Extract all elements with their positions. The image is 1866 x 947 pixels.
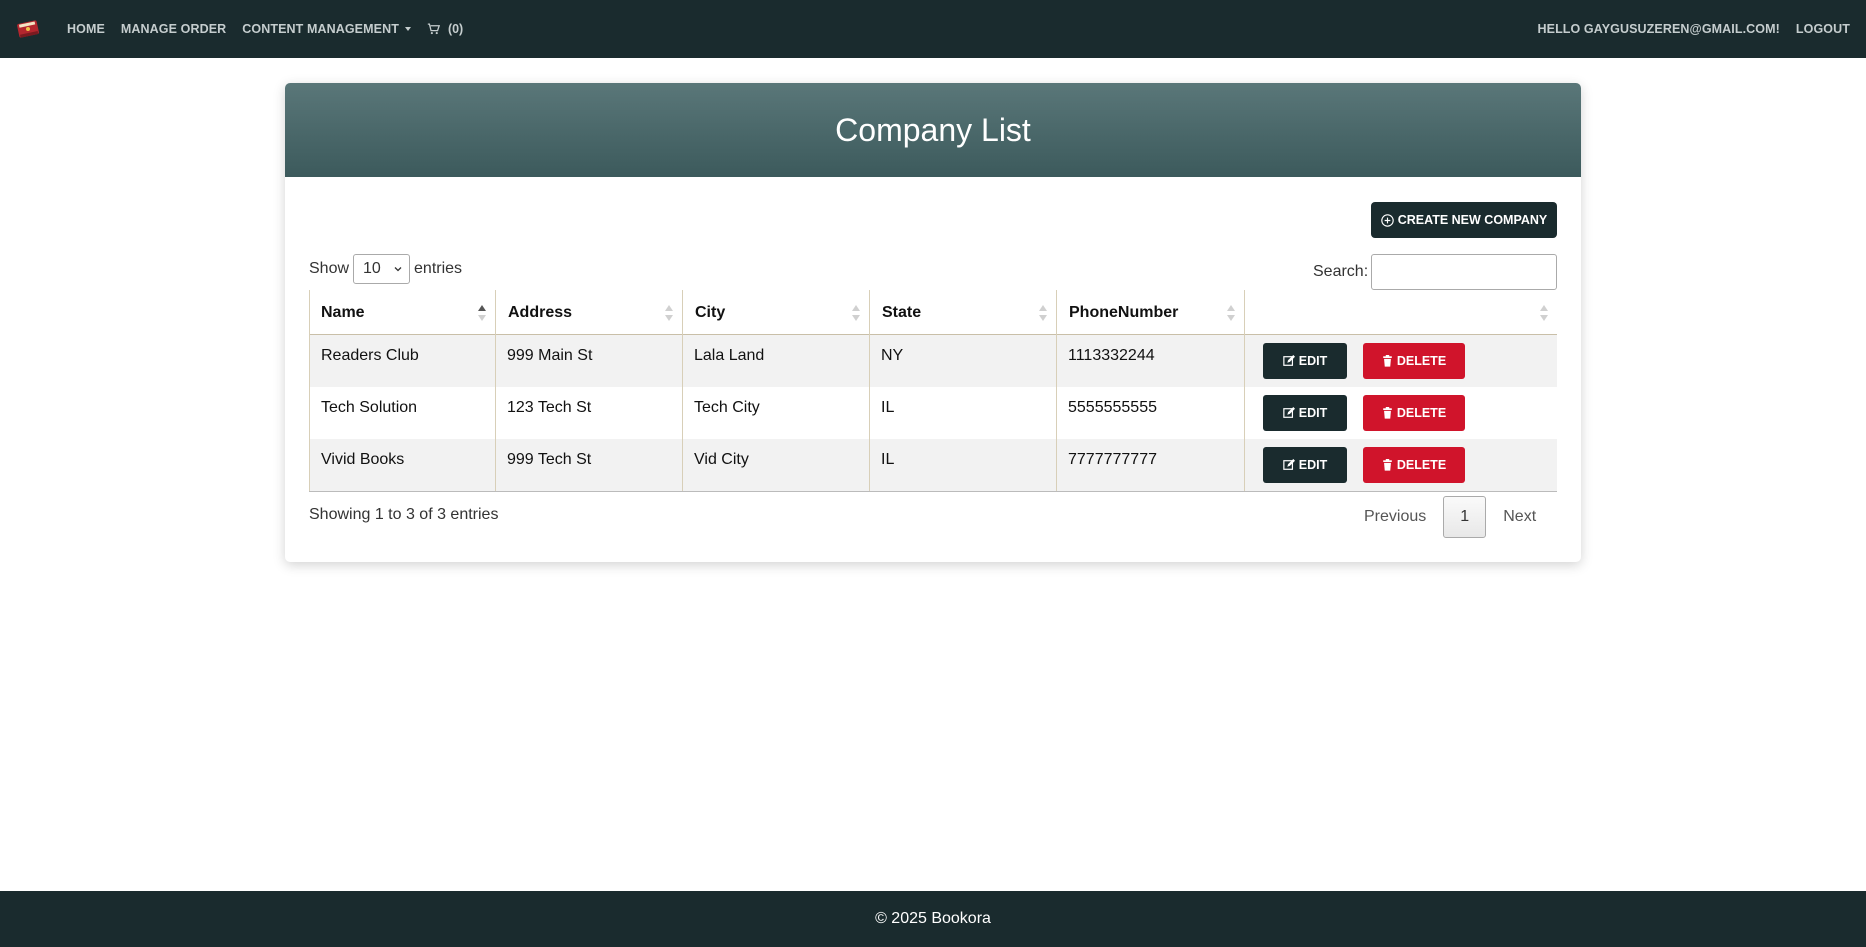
trash-icon	[1383, 459, 1392, 471]
column-header-name[interactable]: Name	[309, 290, 496, 335]
pagination-next[interactable]: Next	[1488, 496, 1551, 538]
show-label: Show	[309, 260, 350, 277]
user-greeting[interactable]: HELLO GAYGUSUZEREN@GMAIL.COM!	[1538, 22, 1780, 36]
company-table: Name Address City State PhoneNumber Read…	[309, 290, 1557, 492]
cell-name: Tech Solution	[309, 387, 496, 439]
cart-icon	[427, 23, 440, 35]
sort-both-icon	[665, 305, 673, 321]
table-row: Tech Solution 123 Tech St Tech City IL 5…	[309, 387, 1557, 439]
edit-label: EDIT	[1298, 354, 1328, 368]
create-new-company-label: CREATE NEW COMPANY	[1397, 213, 1548, 227]
logout-link[interactable]: LOGOUT	[1796, 22, 1850, 36]
cell-name: Readers Club	[309, 335, 496, 387]
sort-both-icon	[1540, 305, 1548, 321]
column-header-phonenumber-label: PhoneNumber	[1069, 303, 1179, 321]
caret-down-icon	[404, 27, 411, 31]
cell-state: IL	[870, 439, 1057, 491]
cell-actions: EDIT DELETE	[1245, 439, 1557, 491]
cell-city: Lala Land	[683, 335, 870, 387]
footer: © 2025 Bookora	[0, 891, 1866, 947]
edit-button[interactable]: EDIT	[1263, 395, 1347, 431]
table-header-row: Name Address City State PhoneNumber	[309, 290, 1557, 335]
cell-actions: EDIT DELETE	[1245, 387, 1557, 439]
cell-name: Vivid Books	[309, 439, 496, 491]
nav-right-group: HELLO GAYGUSUZEREN@GMAIL.COM! LOGOUT	[1522, 0, 1851, 58]
table-row: Readers Club 999 Main St Lala Land NY 11…	[309, 335, 1557, 387]
column-header-state-label: State	[882, 303, 922, 321]
chevron-down-icon	[394, 267, 402, 272]
delete-button[interactable]: DELETE	[1363, 343, 1465, 379]
search-input[interactable]	[1371, 254, 1558, 290]
company-list-card: Company List CREATE NEW COMPANY Show 10 …	[285, 83, 1581, 562]
cart-count: (0)	[447, 22, 464, 36]
cell-actions: EDIT DELETE	[1245, 335, 1557, 387]
column-header-address-label: Address	[508, 303, 573, 321]
nav-content-management-label: CONTENT MANAGEMENT	[242, 22, 399, 36]
cell-city: Vid City	[683, 439, 870, 491]
card-header: Company List	[285, 83, 1581, 177]
cell-state: IL	[870, 387, 1057, 439]
nav-home[interactable]: HOME	[67, 22, 105, 36]
delete-button[interactable]: DELETE	[1363, 395, 1465, 431]
edit-icon	[1283, 459, 1295, 470]
column-header-state[interactable]: State	[870, 290, 1057, 335]
sort-both-icon	[1227, 305, 1235, 321]
cell-phone: 5555555555	[1057, 387, 1245, 439]
pagination-previous[interactable]: Previous	[1349, 496, 1441, 538]
trash-icon	[1383, 407, 1392, 419]
pagination-page-1[interactable]: 1	[1443, 496, 1487, 538]
cell-city: Tech City	[683, 387, 870, 439]
plus-circle-icon	[1380, 213, 1394, 227]
create-new-company-button[interactable]: CREATE NEW COMPANY	[1371, 202, 1557, 238]
edit-label: EDIT	[1298, 406, 1328, 420]
column-header-city[interactable]: City	[683, 290, 870, 335]
brand-logo-icon[interactable]	[13, 14, 43, 44]
column-header-actions[interactable]	[1245, 290, 1557, 335]
column-header-phonenumber[interactable]: PhoneNumber	[1057, 290, 1245, 335]
sort-asc-icon	[478, 305, 486, 321]
trash-icon	[1383, 355, 1392, 367]
edit-button[interactable]: EDIT	[1263, 447, 1347, 483]
delete-label: DELETE	[1396, 458, 1447, 472]
column-header-address[interactable]: Address	[496, 290, 683, 335]
page-size-value: 10	[363, 260, 381, 277]
entries-label: entries	[414, 260, 463, 277]
sort-both-icon	[1039, 305, 1047, 321]
top-navbar: HOME MANAGE ORDER CONTENT MANAGEMENT (0)…	[0, 0, 1866, 58]
nav-manage-order[interactable]: MANAGE ORDER	[121, 22, 226, 36]
cell-address: 999 Tech St	[496, 439, 683, 491]
page-title: Company List	[835, 111, 1031, 148]
nav-content-management-dropdown[interactable]: CONTENT MANAGEMENT	[242, 22, 411, 36]
sort-both-icon	[852, 305, 860, 321]
cell-phone: 7777777777	[1057, 439, 1245, 491]
edit-icon	[1283, 407, 1295, 418]
edit-button[interactable]: EDIT	[1263, 343, 1347, 379]
cell-phone: 1113332244	[1057, 335, 1245, 387]
delete-button[interactable]: DELETE	[1363, 447, 1465, 483]
search-label: Search:	[1313, 263, 1369, 280]
column-header-name-label: Name	[321, 303, 365, 321]
edit-icon	[1283, 355, 1295, 366]
footer-copyright: © 2025 Bookora	[875, 910, 991, 927]
cell-address: 123 Tech St	[496, 387, 683, 439]
column-header-city-label: City	[695, 303, 726, 321]
page-size-select[interactable]: 10	[353, 254, 411, 284]
cart-link[interactable]: (0)	[427, 22, 463, 36]
delete-label: DELETE	[1396, 354, 1447, 368]
table-row: Vivid Books 999 Tech St Vid City IL 7777…	[309, 439, 1557, 491]
cell-address: 999 Main St	[496, 335, 683, 387]
show-entries-control: Show 10 entries	[309, 254, 462, 284]
search-control: Search:	[1313, 254, 1558, 290]
pagination: Previous 1 Next	[1349, 496, 1551, 538]
delete-label: DELETE	[1396, 406, 1447, 420]
edit-label: EDIT	[1298, 458, 1328, 472]
cell-state: NY	[870, 335, 1057, 387]
table-info: Showing 1 to 3 of 3 entries	[309, 506, 499, 523]
